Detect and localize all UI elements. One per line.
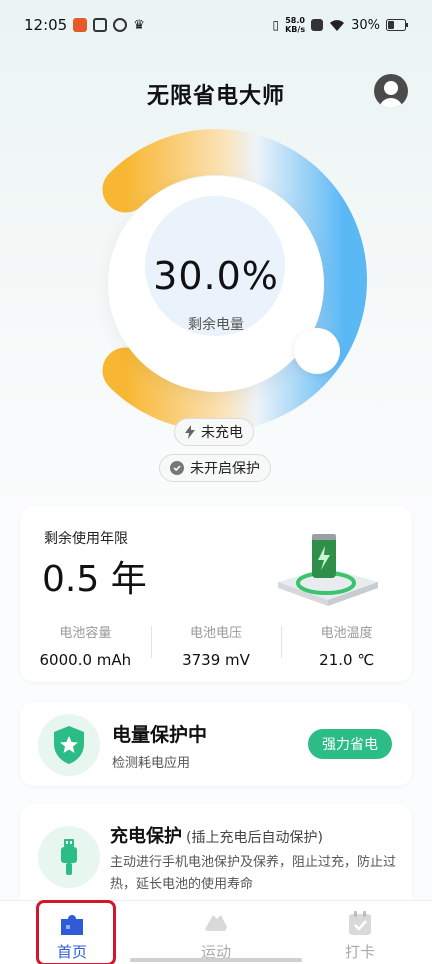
- protection-status-label: 未开启保护: [190, 461, 260, 477]
- page-title: 无限省电大师: [146, 84, 285, 109]
- charge-protection-title-text: 充电保护: [110, 826, 182, 847]
- power-protection-title: 电量保护中: [112, 724, 208, 746]
- stat-voltage-label: 电池电压: [190, 626, 243, 641]
- sneaker-icon: [205, 915, 227, 931]
- charging-status-label: 未充电: [201, 425, 243, 441]
- shield-check-icon: [170, 461, 184, 475]
- battery-info-card: 剩余使用年限 0.5 年 电池容量 6000.0 mAh 电池电压 3739 m…: [20, 506, 412, 682]
- stat-temperature-value: 21.0 ℃: [319, 651, 375, 669]
- remaining-life-label: 剩余使用年限: [44, 531, 128, 547]
- avatar-button[interactable]: [374, 74, 408, 108]
- message-notification-icon: [93, 18, 108, 32]
- power-save-button[interactable]: 强力省电: [308, 729, 392, 759]
- calendar-check-icon: [349, 911, 371, 935]
- home-indicator: [130, 958, 302, 962]
- tab-checkin-label: 打卡: [344, 943, 375, 961]
- charge-protection-title: 充电保护 (插上充电后自动保护): [110, 822, 323, 848]
- stat-capacity-label: 电池容量: [59, 626, 112, 641]
- power-protection-card[interactable]: 电量保护中 检测耗电应用 强力省电: [20, 702, 412, 786]
- plug-icon-bg: [38, 826, 100, 888]
- power-protection-subtitle: 检测耗电应用: [112, 756, 191, 771]
- battery-illustration-icon: [278, 534, 378, 606]
- battery-percent: 30%: [351, 17, 380, 33]
- stat-voltage-value: 3739 mV: [182, 651, 250, 669]
- usb-plug-icon: [61, 839, 77, 875]
- battery-icon: [386, 19, 408, 31]
- battery-percent-label: 剩余电量: [188, 317, 244, 333]
- crown-icon: ♛: [133, 17, 145, 33]
- vibrate-icon: ▯: [272, 18, 280, 32]
- stat-voltage: 电池电压 3739 mV: [150, 618, 282, 669]
- tab-sport[interactable]: 运动: [144, 901, 288, 964]
- stat-capacity-value: 6000.0 mAh: [39, 651, 132, 669]
- status-bar: 12:05 ♛ ▯ 58.0 KB/s 30%: [0, 0, 432, 50]
- charge-protection-note: (插上充电后自动保护): [186, 830, 323, 846]
- app-notification-icon: [73, 18, 88, 32]
- battery-percent-value: 30.0%: [153, 254, 279, 298]
- battery-stats: 电池容量 6000.0 mAh 电池电压 3739 mV 电池温度 21.0 ℃: [20, 618, 412, 669]
- avatar-body: [379, 98, 403, 108]
- tab-checkin[interactable]: 打卡: [288, 901, 432, 964]
- shield-icon-bg: [38, 714, 100, 776]
- stat-capacity: 电池容量 6000.0 mAh: [20, 618, 151, 669]
- stat-temperature: 电池温度 21.0 ℃: [281, 618, 412, 669]
- no-sim-icon: [311, 19, 324, 31]
- net-speed: 58.0 KB/s: [285, 16, 306, 34]
- stat-temperature-label: 电池温度: [320, 626, 373, 641]
- wifi-icon: [330, 20, 345, 31]
- shield-star-icon: [54, 726, 84, 764]
- lightning-icon: [185, 425, 195, 439]
- active-tab-highlight: [36, 900, 116, 964]
- gauge-knob: [294, 328, 340, 374]
- status-time: 12:05: [24, 16, 68, 34]
- remaining-life-value: 0.5 年: [42, 559, 147, 600]
- charging-status-chip: 未充电: [174, 418, 254, 446]
- avatar-head: [384, 81, 398, 95]
- charge-protection-description: 主动进行手机电池保护及保养，阻止过充，防止过热，延长电池的使用寿命: [110, 855, 397, 892]
- sync-notification-icon: [113, 18, 128, 32]
- protection-status-chip: 未开启保护: [159, 454, 271, 482]
